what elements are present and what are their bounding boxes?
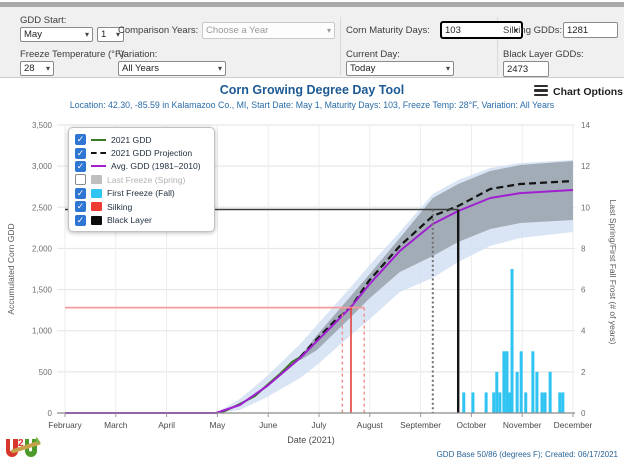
legend-item[interactable]: ✓ Black Layer [75, 213, 208, 226]
checkbox-checked-icon[interactable]: ✓ [75, 188, 86, 199]
chart-legend: ✓ 2021 GDD ✓ 2021 GDD Projection ✓ Avg. GDD (… [68, 127, 215, 232]
gdd-chart-canvas: February March April May June July August Septe… [0, 0, 624, 466]
svg-text:10: 10 [581, 203, 590, 212]
svg-text:6: 6 [581, 286, 586, 295]
legend-item[interactable]: ✓ First Freeze (Fall) [75, 187, 208, 200]
svg-text:Date (2021): Date (2021) [287, 435, 335, 445]
svg-text:0: 0 [581, 409, 586, 418]
svg-text:2,000: 2,000 [32, 244, 53, 253]
svg-text:500: 500 [39, 368, 53, 377]
legend-item[interactable]: ✓ 2021 GDD [75, 133, 208, 146]
svg-text:July: July [312, 420, 328, 430]
svg-text:December: December [554, 420, 593, 430]
svg-text:1,500: 1,500 [32, 286, 53, 295]
legend-label: First Freeze (Fall) [107, 188, 175, 198]
legend-item[interactable]: ✓ 2021 GDD Projection [75, 146, 208, 159]
corn-gdd-tool-page: { "controls": { "gdd_start": {"label": "… [0, 0, 624, 466]
legend-swatch-icon [91, 175, 102, 184]
svg-text:November: November [503, 420, 542, 430]
checkbox-checked-icon[interactable]: ✓ [75, 148, 86, 159]
svg-text:August: August [357, 420, 384, 430]
svg-text:3,500: 3,500 [32, 121, 53, 130]
legend-label: Avg. GDD (1981–2010) [111, 161, 201, 171]
svg-text:4: 4 [581, 327, 586, 336]
svg-text:June: June [259, 420, 278, 430]
checkbox-checked-icon[interactable]: ✓ [75, 201, 86, 212]
svg-text:Last Spring/First Fall Frost (: Last Spring/First Fall Frost (# of years… [608, 199, 618, 344]
legend-label: Black Layer [107, 215, 152, 225]
legend-swatch-icon [91, 139, 106, 141]
legend-swatch-icon [91, 216, 102, 225]
legend-label: 2021 GDD [111, 135, 152, 145]
svg-text:12: 12 [581, 162, 590, 171]
u2u-logo: 2 [3, 433, 45, 463]
svg-text:1,000: 1,000 [32, 327, 53, 336]
legend-swatch-icon [91, 202, 102, 211]
legend-item[interactable]: ✓ Avg. GDD (1981–2010) [75, 160, 208, 173]
svg-text:April: April [158, 420, 175, 430]
svg-text:September: September [400, 420, 441, 430]
svg-text:14: 14 [581, 121, 590, 130]
svg-text:March: March [104, 420, 128, 430]
checkbox-checked-icon[interactable]: ✓ [75, 134, 86, 145]
svg-text:0: 0 [48, 409, 53, 418]
svg-text:8: 8 [581, 244, 586, 253]
svg-text:2: 2 [581, 368, 586, 377]
legend-swatch-icon [91, 165, 106, 167]
svg-text:February: February [48, 420, 82, 430]
legend-swatch-icon [91, 189, 102, 198]
svg-text:3,000: 3,000 [32, 162, 53, 171]
svg-text:October: October [457, 420, 487, 430]
legend-label: Silking [107, 202, 132, 212]
legend-item[interactable]: ✓ Last Freeze (Spring) [75, 173, 208, 186]
svg-text:May: May [209, 420, 226, 430]
checkbox-unchecked-icon[interactable]: ✓ [75, 174, 86, 185]
checkbox-checked-icon[interactable]: ✓ [75, 161, 86, 172]
checkbox-checked-icon[interactable]: ✓ [75, 215, 86, 226]
chart-credit-text: GDD Base 50/86 (degrees F); Created: 06/… [437, 450, 618, 459]
legend-swatch-icon [91, 152, 106, 154]
svg-text:2,500: 2,500 [32, 203, 53, 212]
svg-text:Accumulated Corn GDD: Accumulated Corn GDD [6, 223, 16, 314]
legend-item[interactable]: ✓ Silking [75, 200, 208, 213]
legend-label: Last Freeze (Spring) [107, 175, 185, 185]
legend-label: 2021 GDD Projection [111, 148, 192, 158]
